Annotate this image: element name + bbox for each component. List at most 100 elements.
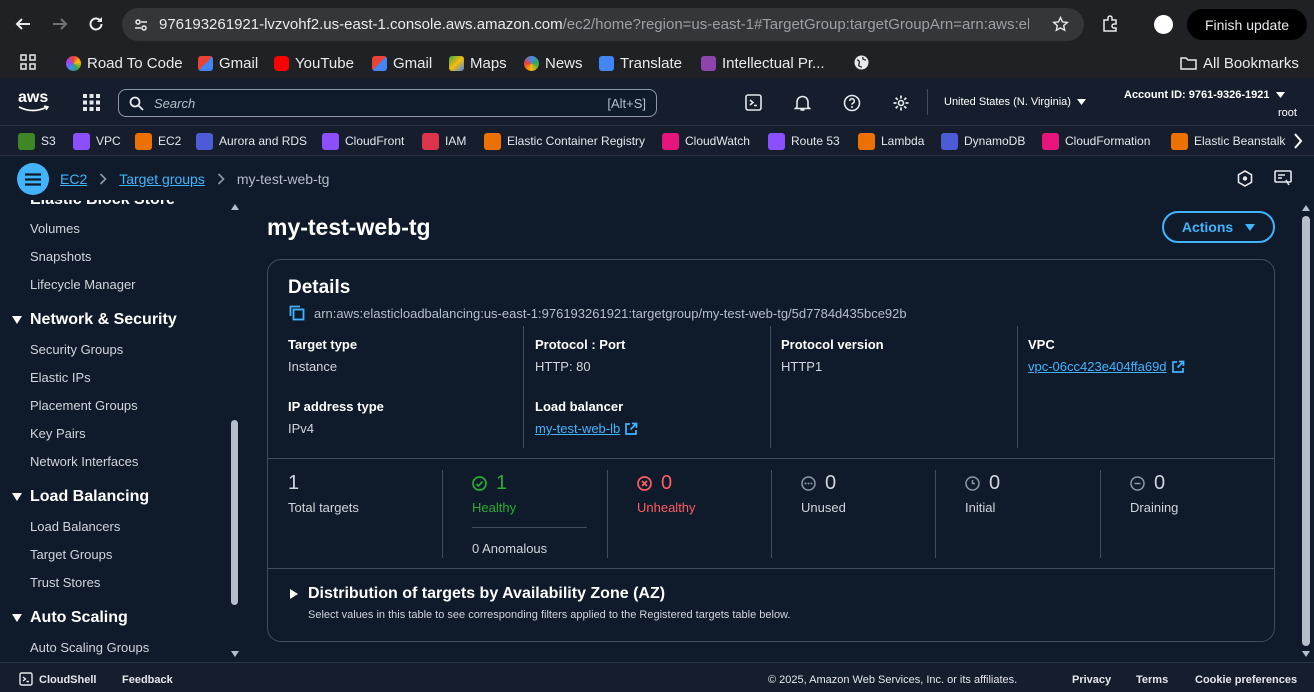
services-grid-icon[interactable] [83, 94, 100, 111]
section-divider [268, 458, 1274, 459]
service-iam[interactable]: IAM [422, 131, 466, 151]
screen-feedback-icon[interactable] [1274, 170, 1292, 187]
healthy-label: Healthy [472, 500, 517, 515]
sidebar-scrollbar[interactable] [229, 200, 241, 662]
service-cloudfront[interactable]: CloudFront [322, 131, 404, 151]
search-input[interactable]: Search [Alt+S] [118, 89, 657, 117]
cloudshell-icon[interactable] [745, 94, 762, 111]
bookmark-news[interactable]: News [524, 52, 583, 74]
apps-grid-icon[interactable] [20, 54, 36, 70]
service-dynamodb[interactable]: DynamoDB [941, 131, 1025, 151]
account-menu[interactable]: Account ID: 9761-9326-1921 [1124, 89, 1285, 101]
sidebar-scroll-thumb[interactable] [231, 420, 238, 605]
footer-terms[interactable]: Terms [1136, 674, 1168, 686]
sidebar-item-target-groups[interactable]: Target Groups [30, 547, 112, 562]
address-bar[interactable]: 976193261921-lvzvohf2.us-east-1.console.… [122, 8, 1084, 41]
sidebar-heading-load-balancing[interactable]: Load Balancing [12, 488, 149, 506]
sidebar-heading-auto-scaling[interactable]: Auto Scaling [12, 609, 128, 627]
target-type-value: Instance [288, 359, 338, 374]
copy-icon[interactable] [289, 305, 305, 321]
initial-count-row[interactable]: 0 [965, 472, 1000, 495]
sidebar-item-auto-scaling-groups[interactable]: Auto Scaling Groups [30, 640, 149, 655]
initial-label: Initial [965, 500, 996, 515]
bookmark-gmail-2[interactable]: Gmail [372, 52, 432, 74]
all-bookmarks[interactable]: All Bookmarks [1180, 52, 1299, 74]
service-elastic-beanstalk[interactable]: Elastic Beanstalk [1171, 131, 1285, 151]
bookmark-youtube[interactable]: YouTube [274, 52, 354, 74]
breadcrumb-ec2[interactable]: EC2 [60, 171, 87, 187]
back-icon[interactable] [10, 11, 36, 37]
main-scroll-thumb[interactable] [1302, 216, 1310, 646]
extensions-icon[interactable] [1101, 15, 1119, 33]
forward-icon[interactable] [47, 11, 73, 37]
sidebar-item-elastic-ips[interactable]: Elastic IPs [30, 370, 91, 385]
footer-cookie-preferences[interactable]: Cookie preferences [1195, 674, 1297, 686]
console-footer: CloudShell Feedback © 2025, Amazon Web S… [0, 662, 1314, 692]
service-vpc[interactable]: VPC [73, 131, 121, 151]
service-lambda[interactable]: Lambda [858, 131, 924, 151]
sidebar-item-lifecycle-manager[interactable]: Lifecycle Manager [30, 277, 136, 292]
unused-count: 0 [825, 472, 837, 494]
reload-icon[interactable] [83, 11, 109, 37]
external-link-icon [625, 422, 638, 435]
unhealthy-count-row[interactable]: 0 [637, 472, 672, 495]
main-scrollbar[interactable] [1298, 200, 1314, 662]
bookmark-star-icon[interactable] [1052, 16, 1069, 33]
healthy-count-row[interactable]: 1 [472, 472, 507, 495]
service-ec2[interactable]: EC2 [135, 131, 181, 151]
bookmark-gmail[interactable]: Gmail [198, 52, 258, 74]
sidebar-item-trust-stores[interactable]: Trust Stores [30, 575, 100, 590]
caret-down-icon [12, 316, 22, 324]
service-s3[interactable]: S3 [18, 131, 56, 151]
initial-count: 0 [989, 472, 1001, 494]
footer-feedback[interactable]: Feedback [122, 674, 173, 686]
sidebar-item-load-balancers[interactable]: Load Balancers [30, 519, 120, 534]
sidebar-heading-ebs[interactable]: Elastic Block Store [30, 200, 175, 209]
unused-count-row[interactable]: 0 [801, 472, 836, 495]
region-selector[interactable]: United States (N. Virginia) [944, 96, 1086, 108]
maps-icon [449, 55, 464, 71]
bookmark-intellectual[interactable]: Intellectual Pr... [701, 52, 825, 74]
bookmark-maps[interactable]: Maps [449, 52, 507, 74]
bookmark-road-to-code[interactable]: Road To Code [66, 52, 183, 74]
load-balancer-link[interactable]: my-test-web-lb [535, 421, 638, 436]
folder-icon [1180, 57, 1197, 70]
service-cloudwatch[interactable]: CloudWatch [662, 131, 750, 151]
caret-right-icon [290, 589, 298, 599]
sidebar-item-security-groups[interactable]: Security Groups [30, 342, 123, 357]
globe-icon[interactable] [854, 55, 869, 70]
sidebar-item-placement-groups[interactable]: Placement Groups [30, 398, 138, 413]
sidebar-item-snapshots[interactable]: Snapshots [30, 249, 91, 264]
draining-count-row[interactable]: 0 [1130, 472, 1165, 495]
notifications-bell-icon[interactable] [794, 94, 811, 112]
footer-cloudshell[interactable]: CloudShell [39, 674, 96, 686]
info-panel-icon[interactable] [1237, 170, 1253, 187]
help-icon[interactable] [843, 94, 861, 112]
distribution-expander[interactable]: Distribution of targets by Availability … [290, 585, 665, 603]
breadcrumb-target-groups[interactable]: Target groups [119, 171, 205, 187]
caret-down-icon [12, 493, 22, 501]
chevron-right-icon[interactable] [1293, 133, 1303, 149]
sidebar-item-key-pairs[interactable]: Key Pairs [30, 426, 86, 441]
site-info-icon[interactable] [133, 17, 149, 33]
bookmark-translate[interactable]: Translate [599, 52, 682, 74]
unused-label: Unused [801, 500, 846, 515]
actions-button[interactable]: Actions [1162, 211, 1275, 243]
aws-logo[interactable]: aws [18, 90, 50, 112]
service-aurora-rds[interactable]: Aurora and RDS [196, 131, 307, 151]
sidebar-item-volumes[interactable]: Volumes [30, 221, 80, 236]
service-cloudformation[interactable]: CloudFormation [1042, 131, 1150, 151]
menu-hamburger-icon[interactable] [17, 163, 49, 195]
route53-icon [768, 132, 785, 150]
sidebar-nav: Elastic Block Store Volumes Snapshots Li… [0, 200, 243, 662]
sidebar-item-network-interfaces[interactable]: Network Interfaces [30, 454, 138, 469]
service-ecr[interactable]: Elastic Container Registry [484, 131, 645, 151]
cloudshell-icon[interactable] [19, 672, 33, 686]
settings-gear-icon[interactable] [892, 94, 910, 112]
footer-privacy[interactable]: Privacy [1072, 674, 1111, 686]
vpc-link[interactable]: vpc-06cc423e404ffa69d [1028, 359, 1185, 374]
service-route53[interactable]: Route 53 [768, 131, 840, 151]
finish-update-button[interactable]: Finish update [1187, 9, 1307, 40]
profile-avatar[interactable] [1154, 15, 1173, 34]
sidebar-heading-network-security[interactable]: Network & Security [12, 311, 177, 329]
